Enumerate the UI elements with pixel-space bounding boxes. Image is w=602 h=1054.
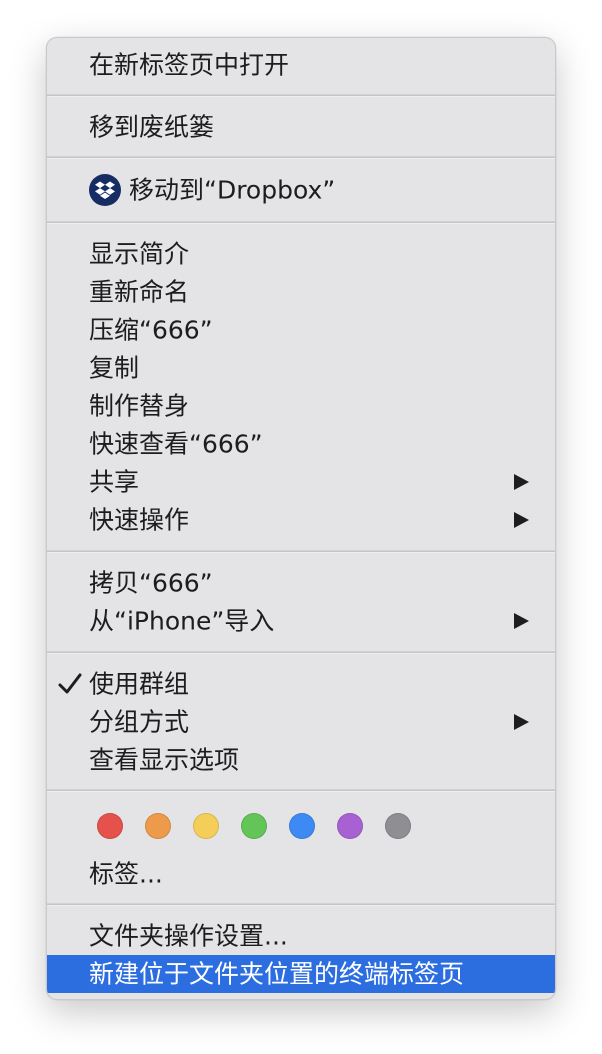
- checkmark-icon: [57, 671, 83, 697]
- menu-item-label: 重新命名: [89, 277, 190, 307]
- context-menu: 在新标签页中打开 移到废纸篓 移动到“Dropbox” 显示简介 重新命名 压缩…: [46, 37, 556, 1000]
- chevron-right-icon: [514, 714, 529, 730]
- menu-item-use-groups[interactable]: 使用群组: [47, 665, 555, 703]
- chevron-right-icon: [514, 474, 529, 490]
- menu-item-folder-actions-setup[interactable]: 文件夹操作设置...: [47, 917, 555, 955]
- dropbox-icon: [89, 174, 121, 206]
- menu-separator: [47, 903, 555, 906]
- menu-item-make-alias[interactable]: 制作替身: [47, 387, 555, 425]
- menu-item-copy[interactable]: 拷贝“666”: [47, 564, 555, 602]
- tag-dot-purple[interactable]: [337, 813, 363, 839]
- menu-item-get-info[interactable]: 显示简介: [47, 235, 555, 273]
- menu-separator: [47, 550, 555, 553]
- menu-item-new-terminal-tab[interactable]: 新建位于文件夹位置的终端标签页: [47, 955, 555, 993]
- menu-separator: [47, 789, 555, 792]
- menu-item-tags[interactable]: 标签...: [47, 855, 555, 893]
- menu-item-label: 制作替身: [89, 391, 190, 421]
- tag-dot-blue[interactable]: [289, 813, 315, 839]
- menu-item-label: 新建位于文件夹位置的终端标签页: [89, 959, 465, 989]
- tag-color-row: [47, 808, 555, 846]
- menu-separator: [47, 651, 555, 654]
- menu-item-label: 在新标签页中打开: [89, 50, 290, 80]
- menu-item-label: 显示简介: [89, 239, 190, 269]
- menu-item-label: 分组方式: [89, 707, 190, 737]
- menu-item-label: 复制: [89, 353, 140, 383]
- menu-separator: [47, 156, 555, 159]
- menu-item-label: 使用群组: [89, 669, 190, 699]
- menu-item-share[interactable]: 共享: [47, 463, 555, 501]
- tag-dot-gray[interactable]: [385, 813, 411, 839]
- menu-item-duplicate[interactable]: 复制: [47, 349, 555, 387]
- menu-item-import-from-iphone[interactable]: 从“iPhone”导入: [47, 602, 555, 640]
- menu-item-label: 标签...: [89, 859, 163, 889]
- tag-dot-orange[interactable]: [145, 813, 171, 839]
- tag-dot-green[interactable]: [241, 813, 267, 839]
- menu-item-move-to-dropbox[interactable]: 移动到“Dropbox”: [47, 171, 555, 209]
- menu-item-label: 文件夹操作设置...: [89, 921, 288, 951]
- menu-item-move-to-trash[interactable]: 移到废纸篓: [47, 108, 555, 146]
- menu-separator: [47, 94, 555, 97]
- menu-item-label: 共享: [89, 467, 140, 497]
- tag-dot-yellow[interactable]: [193, 813, 219, 839]
- menu-item-group-by[interactable]: 分组方式: [47, 703, 555, 741]
- menu-item-show-view-options[interactable]: 查看显示选项: [47, 741, 555, 779]
- menu-item-open-new-tab[interactable]: 在新标签页中打开: [47, 46, 555, 84]
- menu-item-label: 拷贝“666”: [89, 568, 213, 598]
- menu-separator: [47, 221, 555, 224]
- chevron-right-icon: [514, 613, 529, 629]
- menu-item-label: 压缩“666”: [89, 315, 213, 345]
- menu-item-compress[interactable]: 压缩“666”: [47, 311, 555, 349]
- chevron-right-icon: [514, 512, 529, 528]
- menu-item-quick-look[interactable]: 快速查看“666”: [47, 425, 555, 463]
- menu-item-quick-actions[interactable]: 快速操作: [47, 501, 555, 539]
- menu-item-rename[interactable]: 重新命名: [47, 273, 555, 311]
- menu-item-label: 移到废纸篓: [89, 112, 215, 142]
- menu-item-label: 从“iPhone”导入: [89, 606, 275, 636]
- menu-item-label: 快速操作: [89, 505, 190, 535]
- menu-item-label: 快速查看“666”: [89, 429, 263, 459]
- menu-item-label: 移动到“Dropbox”: [129, 175, 336, 205]
- tag-dot-red[interactable]: [97, 813, 123, 839]
- menu-item-label: 查看显示选项: [89, 745, 240, 775]
